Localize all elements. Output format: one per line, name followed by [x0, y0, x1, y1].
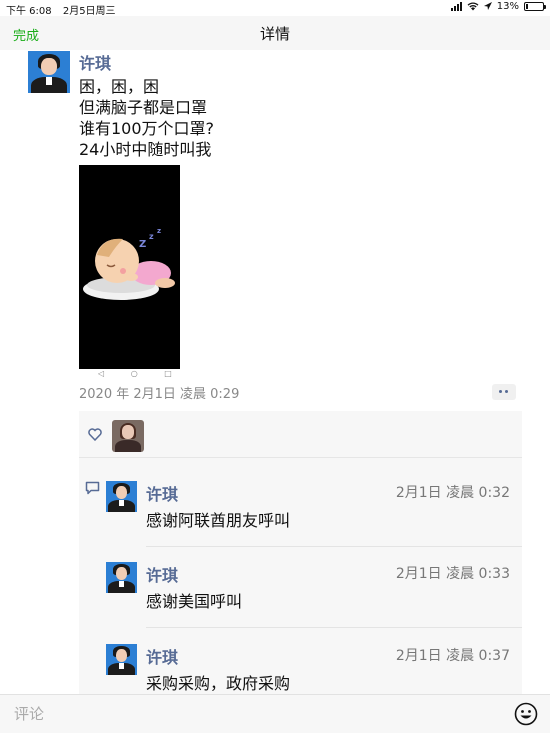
author-avatar[interactable]: [28, 51, 70, 93]
emoji-icon[interactable]: [514, 702, 538, 726]
comment-input[interactable]: [0, 695, 500, 733]
nav-bar: 完成 详情: [0, 16, 550, 50]
comment-time: 2月1日 凌晨 0:37: [395, 648, 510, 664]
commenter-name[interactable]: 许琪: [146, 562, 178, 586]
post-image[interactable]: Z z z: [79, 165, 180, 369]
comment-time: 2月1日 凌晨 0:33: [395, 566, 510, 582]
comment-time: 2月1日 凌晨 0:32: [395, 485, 510, 501]
comment-icon: [85, 481, 100, 495]
post-line: 困，困，困: [79, 77, 160, 96]
status-bar: 下午 6:08 2月5日周三 13%: [0, 0, 550, 17]
post-line: 24小时中随时叫我: [79, 140, 212, 159]
dot-icon: [499, 390, 502, 393]
heart-icon: [88, 428, 102, 441]
image-nav-bar: ◁ ○ □: [98, 369, 184, 378]
post-line: 但满脑子都是口罩: [79, 98, 208, 117]
location-icon: [483, 2, 492, 10]
divider: [146, 546, 522, 547]
post-timestamp: 2020 年 2月1日 凌晨 0:29: [79, 387, 240, 402]
commenter-name[interactable]: 许琪: [146, 481, 178, 505]
comment-text: 采购采购，政府采购: [146, 674, 291, 693]
author-name[interactable]: 许琪: [79, 50, 111, 74]
dot-icon: [505, 390, 508, 393]
commenter-name[interactable]: 许琪: [146, 644, 178, 668]
post-text: 困，困，困 但满脑子都是口罩 谁有100万个口罩? 24小时中随时叫我: [79, 76, 214, 160]
post-line: 谁有100万个口罩?: [79, 119, 215, 138]
wifi-icon: [467, 2, 479, 11]
interactions-panel: 许琪 2月1日 凌晨 0:32 感谢阿联酋朋友呼叫 许琪 2月1日 凌晨 0:3…: [79, 411, 522, 694]
svg-text:z: z: [149, 232, 154, 241]
commenter-avatar[interactable]: [106, 562, 137, 593]
likes-row: [79, 411, 522, 458]
liker-avatar[interactable]: [112, 420, 144, 452]
signal-icon: [450, 2, 462, 11]
battery-icon: [524, 2, 546, 11]
more-button[interactable]: [492, 384, 516, 400]
svg-text:z: z: [157, 227, 161, 235]
sleeping-baby-sticker: Z z z: [83, 227, 175, 300]
divider: [146, 627, 522, 628]
commenter-avatar[interactable]: [106, 644, 137, 675]
svg-text:Z: Z: [139, 239, 146, 250]
page-title: 详情: [259, 25, 290, 43]
commenter-avatar[interactable]: [106, 481, 137, 512]
battery-percent: 13%: [496, 1, 519, 12]
comment-text: 感谢美国呼叫: [146, 592, 243, 611]
comment-input-bar: [0, 694, 550, 733]
comment-text: 感谢阿联酋朋友呼叫: [146, 511, 291, 530]
